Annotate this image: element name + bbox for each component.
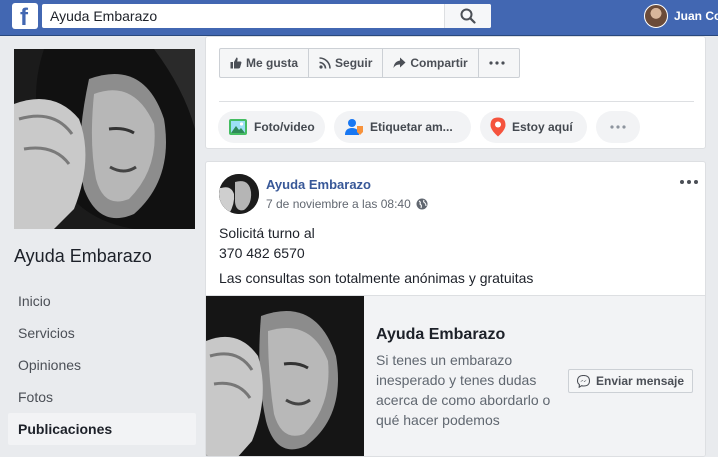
like-button[interactable]: Me gusta xyxy=(220,49,310,77)
search-button[interactable] xyxy=(444,4,491,28)
check-in-label: Estoy aquí xyxy=(512,120,573,134)
globe-icon xyxy=(416,198,428,210)
page-name: Ayuda Embarazo xyxy=(14,246,152,266)
tag-friends-button[interactable]: Etiquetar am... xyxy=(334,111,471,143)
nav-item-inicio[interactable]: Inicio xyxy=(8,285,196,317)
left-column: Ayuda Embarazo Inicio Servicios Opinione… xyxy=(0,36,205,457)
photo-icon xyxy=(229,119,247,135)
page-actions-card: Me gusta Seguir Compartir Foto/video Eti… xyxy=(205,36,706,149)
location-pin-icon xyxy=(490,117,506,137)
tag-friends-label: Etiquetar am... xyxy=(370,120,453,134)
attachment-image[interactable] xyxy=(206,296,364,456)
more-dots-icon xyxy=(489,61,505,65)
more-actions-button[interactable] xyxy=(479,49,519,77)
attachment-title: Ayuda Embarazo xyxy=(376,326,506,343)
nav-item-servicios[interactable]: Servicios xyxy=(8,317,196,349)
avatar[interactable] xyxy=(219,174,259,214)
profile-photo-image xyxy=(14,49,195,229)
facebook-logo-letter: f xyxy=(20,4,28,31)
rss-icon xyxy=(319,57,331,69)
attachment-photo xyxy=(206,296,364,456)
post-author-link[interactable]: Ayuda Embarazo xyxy=(266,177,371,192)
messenger-icon xyxy=(577,374,590,388)
message-attachment[interactable]: Ayuda Embarazo Si tenes un embarazo ines… xyxy=(206,295,705,456)
more-dots-icon xyxy=(610,125,626,129)
photo-video-label: Foto/video xyxy=(254,120,315,134)
post-card: Ayuda Embarazo 7 de noviembre a las 08:4… xyxy=(205,161,706,457)
more-options-button[interactable] xyxy=(596,111,640,143)
share-arrow-icon xyxy=(393,57,406,68)
thumbs-up-icon xyxy=(230,57,242,69)
post-line: Solicitá turno al xyxy=(219,225,315,241)
top-bar: f Juan Co xyxy=(0,0,718,36)
post-options-button[interactable] xyxy=(679,172,699,192)
more-dots-icon xyxy=(680,180,698,184)
divider xyxy=(219,101,694,102)
share-button[interactable]: Compartir xyxy=(383,49,479,77)
attachment-description: Si tenes un embarazo inesperado y tenes … xyxy=(376,352,551,428)
tag-people-icon xyxy=(345,119,363,135)
send-message-button[interactable]: Enviar mensaje xyxy=(568,369,694,393)
facebook-logo-icon[interactable]: f xyxy=(12,3,38,31)
user-profile-link[interactable]: Juan Co xyxy=(644,3,718,29)
user-name[interactable]: Juan Co xyxy=(674,9,718,23)
avatar[interactable] xyxy=(644,4,668,28)
check-in-button[interactable]: Estoy aquí xyxy=(480,111,587,143)
page-profile-photo[interactable] xyxy=(14,49,195,229)
page-nav: Inicio Servicios Opiniones Fotos Publica… xyxy=(8,285,196,445)
post-timestamp[interactable]: 7 de noviembre a las 08:40 xyxy=(266,197,428,211)
nav-item-opiniones[interactable]: Opiniones xyxy=(8,349,196,381)
post-line: 370 482 6570 xyxy=(219,245,305,261)
like-label: Me gusta xyxy=(246,56,299,70)
author-photo-image xyxy=(219,174,259,214)
post-line: Las consultas son totalmente anónimas y … xyxy=(219,270,534,286)
photo-video-button[interactable]: Foto/video xyxy=(218,111,325,143)
nav-item-publicaciones[interactable]: Publicaciones xyxy=(8,413,196,445)
search-box xyxy=(42,4,491,28)
page-action-buttons: Me gusta Seguir Compartir xyxy=(219,48,520,78)
follow-label: Seguir xyxy=(335,56,373,70)
follow-button[interactable]: Seguir xyxy=(309,49,384,77)
post-body: Solicitá turno al 370 482 6570 Las consu… xyxy=(219,223,533,288)
nav-item-fotos[interactable]: Fotos xyxy=(8,381,196,413)
share-label: Compartir xyxy=(410,56,468,70)
post-time-text[interactable]: 7 de noviembre a las 08:40 xyxy=(266,197,411,211)
search-input[interactable] xyxy=(42,4,442,28)
send-message-label: Enviar mensaje xyxy=(596,374,685,388)
search-icon xyxy=(460,8,476,24)
